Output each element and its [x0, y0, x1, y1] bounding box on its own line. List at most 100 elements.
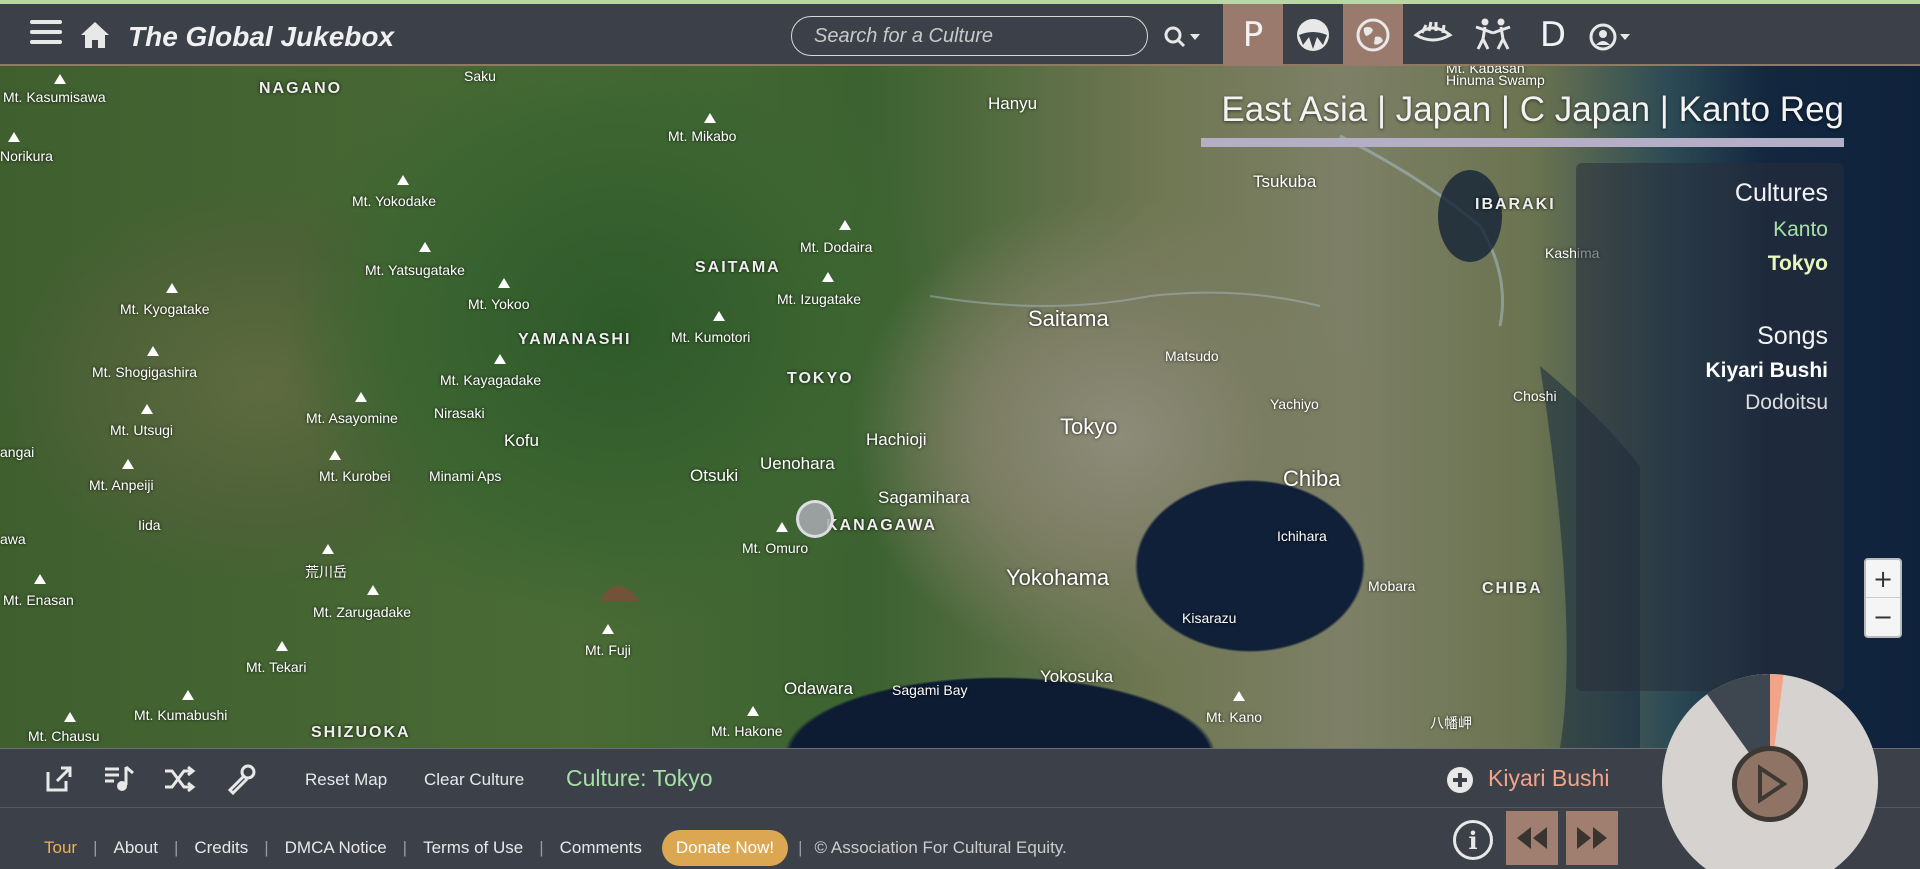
map-label: Mt. Zarugadake [313, 604, 412, 620]
about-link[interactable]: About [114, 838, 158, 858]
mountain-peak-icon [64, 712, 76, 722]
map-label: Hachioji [866, 430, 927, 449]
mountain-peak-icon [367, 585, 379, 595]
play-icon [1758, 764, 1788, 804]
region-breadcrumb: East Asia | Japan | C Japan | Kanto Reg [1221, 90, 1844, 129]
mountain-peak-icon [54, 74, 66, 84]
playlist-icon[interactable] [102, 763, 136, 795]
d-mode-button[interactable]: D [1523, 4, 1583, 66]
culture-location-marker[interactable] [796, 500, 834, 538]
map-label: Yokohama [1006, 565, 1110, 590]
map-label: Otsuki [690, 466, 739, 485]
mountain-peak-icon [329, 450, 341, 460]
map-label: Odawara [784, 679, 853, 698]
shuffle-icon[interactable] [162, 763, 196, 795]
map-label: TOKYO [787, 370, 854, 387]
globe-icon [1356, 18, 1390, 52]
fast-forward-button[interactable] [1566, 811, 1618, 865]
dancers-icon [1475, 18, 1511, 50]
search-input[interactable] [791, 16, 1148, 56]
map-label: Mt. Anpeiji [89, 477, 154, 493]
map-label: Sagami Bay [892, 682, 968, 698]
mountain-peak-icon [602, 624, 614, 634]
separator: | [173, 838, 179, 857]
map[interactable]: East Asia | Japan | C Japan | Kanto Reg … [0, 66, 1920, 748]
info-icon[interactable]: i [1453, 820, 1493, 860]
map-view-button[interactable] [1283, 4, 1343, 66]
comments-link[interactable]: Comments [560, 838, 642, 858]
terms-of-use-link[interactable]: Terms of Use [423, 838, 523, 858]
map-label: Mt. Yatsugatake [365, 262, 465, 278]
now-playing-title[interactable]: Kiyari Bushi [1488, 765, 1609, 792]
songs-heading: Songs [1757, 322, 1828, 350]
map-label: Choshi [1513, 388, 1557, 404]
map-label: Mt. Utsugi [110, 422, 174, 438]
microphone-icon[interactable] [224, 763, 258, 795]
map-view-icon [1297, 19, 1329, 51]
footer: Tour | About | Credits | DMCA Notice | T… [0, 808, 1920, 869]
app-title: The Global Jukebox [128, 21, 395, 52]
culture-link-tokyo[interactable]: Tokyo [1592, 252, 1828, 276]
p-mode-icon: P [1242, 15, 1264, 55]
user-icon[interactable] [1588, 22, 1632, 52]
player-bar: Reset Map Clear Culture Culture: Tokyo K… [0, 748, 1920, 808]
map-label: Mt. Izugatake [777, 291, 862, 307]
culture-link-kanto[interactable]: Kanto [1592, 218, 1828, 242]
plus-circle-icon[interactable] [1447, 767, 1473, 793]
zoom-out-button[interactable]: − [1866, 598, 1900, 636]
map-label: Mt. Chausu [28, 728, 100, 744]
p-mode-button[interactable]: P [1223, 4, 1283, 66]
map-label: Uenohara [760, 454, 835, 473]
map-label: Kofu [504, 431, 539, 450]
map-label: Mt. Hakone [711, 723, 783, 739]
map-label: Chiba [1283, 466, 1341, 491]
mountain-peak-icon [8, 132, 20, 142]
mountain-peak-icon [1233, 691, 1245, 701]
home-icon[interactable] [78, 18, 112, 52]
tour-link[interactable]: Tour [44, 838, 77, 858]
map-label: Matsudo [1165, 348, 1219, 364]
mountain-peak-icon [704, 113, 716, 123]
map-label: Mobara [1368, 578, 1416, 594]
map-label: Yachiyo [1270, 396, 1319, 412]
mountain-peak-icon [839, 220, 851, 230]
zoom-in-button[interactable]: + [1866, 560, 1900, 598]
map-label: Mt. Fuji [585, 642, 631, 658]
map-label: Mt. Omuro [742, 540, 809, 556]
hand-button[interactable] [1403, 4, 1463, 66]
map-label: Mt. Yokoo [468, 296, 530, 312]
map-label: Mt. Kumabushi [134, 707, 228, 723]
map-label: Tsukuba [1253, 172, 1317, 191]
map-label: Yokosuka [1040, 667, 1114, 686]
donate-button[interactable]: Donate Now! [661, 830, 789, 866]
mountain-peak-icon [122, 459, 134, 469]
map-label: Minami Aps [429, 468, 502, 484]
credits-link[interactable]: Credits [194, 838, 248, 858]
search-icon[interactable] [1160, 22, 1204, 52]
mountain-peak-icon [713, 311, 725, 321]
song-link-kiyari-bushi[interactable]: Kiyari Bushi [1592, 359, 1828, 383]
reset-map-button[interactable]: Reset Map [305, 770, 387, 790]
map-label: Mt. Asayomine [306, 410, 398, 426]
globe-button[interactable] [1343, 4, 1403, 66]
map-label: Kisarazu [1182, 610, 1237, 626]
hamburger-icon[interactable] [30, 20, 62, 50]
map-label: Mt. Enasan [3, 592, 74, 608]
clear-culture-button[interactable]: Clear Culture [424, 770, 524, 790]
rewind-button[interactable] [1506, 811, 1558, 865]
play-button[interactable] [1732, 746, 1808, 822]
mountain-peak-icon [141, 404, 153, 414]
map-label: 荒川岳 [305, 564, 347, 580]
map-label: Mt. Kyogatake [120, 301, 210, 317]
culture-status: Culture: Tokyo [566, 765, 713, 791]
dmca-notice-link[interactable]: DMCA Notice [285, 838, 387, 858]
song-link-dodoitsu[interactable]: Dodoitsu [1592, 391, 1828, 415]
app-root: The Global Jukebox P [0, 0, 1920, 869]
map-label: NAGANO [259, 80, 343, 97]
map-label: Mt. Tekari [246, 659, 307, 675]
map-label: YAMANASHI [518, 331, 632, 348]
separator: | [539, 838, 544, 857]
dancers-button[interactable] [1463, 4, 1523, 66]
popout-icon[interactable] [42, 763, 76, 795]
cultures-heading: Cultures [1734, 179, 1828, 207]
